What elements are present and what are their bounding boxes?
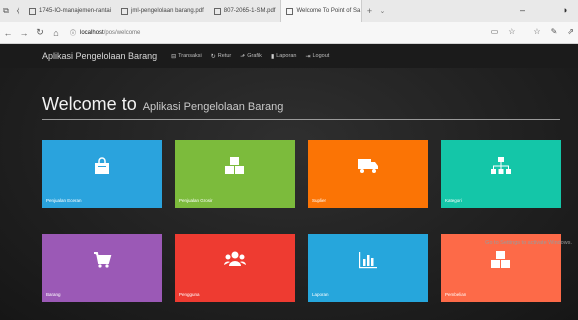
title-divider: [42, 119, 560, 120]
close-window-icon[interactable]: ◑: [562, 5, 567, 15]
refresh-icon: ↻: [210, 53, 216, 60]
browser-tab[interactable]: jml-pengelolaan barang.pdf: [116, 0, 209, 22]
share-icon[interactable]: ⇗: [567, 27, 574, 36]
bar-chart-icon: [308, 250, 428, 275]
users-icon: [175, 250, 295, 273]
tile-barang[interactable]: Barang: [42, 234, 162, 302]
favorites-list-icon[interactable]: ☆: [533, 27, 540, 36]
page-icon: [286, 7, 294, 15]
nav-transaksi[interactable]: ⊟ Transaksi: [171, 53, 202, 60]
file-icon: ▮: [270, 53, 275, 60]
browser-tab[interactable]: 807-2065-1-SM.pdf: [209, 0, 281, 22]
nav-grafik[interactable]: ⬏ Grafik: [240, 53, 262, 60]
back-icon[interactable]: ←: [0, 28, 16, 38]
tab-list-button[interactable]: ⌄: [376, 7, 388, 15]
tile-suplier[interactable]: Suplier: [308, 140, 428, 208]
logout-icon: ⇥: [305, 53, 311, 60]
chart-icon: ⬏: [240, 53, 246, 60]
forward-icon[interactable]: →: [16, 28, 32, 38]
tile-kategori[interactable]: Kategori: [441, 140, 561, 208]
address-bar-row: ← → ↻ ⌂ ⓘ localhost/pos/welcome ▭ ☆ ☆ ✎ …: [0, 22, 578, 44]
cubes-icon: [441, 250, 561, 275]
home-icon[interactable]: ⌂: [48, 28, 64, 38]
favorite-icon[interactable]: ☆: [508, 27, 515, 36]
truck-icon: [308, 156, 428, 179]
document-icon: [29, 7, 36, 15]
tile-laporan[interactable]: Laporan: [308, 234, 428, 302]
tile-penjualan-grosir[interactable]: Penjualan Grosir: [175, 140, 295, 208]
cart-icon: ⊟: [171, 53, 177, 60]
minimize-icon[interactable]: –: [520, 5, 525, 15]
app-brand[interactable]: Aplikasi Pengelolaan Barang: [42, 51, 157, 61]
sitemap-icon: [441, 156, 561, 181]
new-tab-button[interactable]: +: [362, 6, 376, 16]
activation-watermark: Go to Settings to activate Windows.: [485, 240, 572, 246]
tab-actions-icon[interactable]: ⧉: [0, 0, 12, 22]
info-icon: ⓘ: [70, 31, 77, 37]
tab-back-icon[interactable]: ⧼: [12, 0, 24, 22]
pen-icon[interactable]: ✎: [551, 27, 558, 36]
app-navbar: Aplikasi Pengelolaan Barang ⊟ Transaksi …: [0, 44, 578, 68]
page-title: Welcome to Aplikasi Pengelolaan Barang: [42, 94, 284, 114]
nav-retur[interactable]: ↻ Retur: [211, 53, 231, 60]
tile-penjualan-eceran[interactable]: Penjualan Eceran: [42, 140, 162, 208]
tile-pengguna[interactable]: Pengguna: [175, 234, 295, 302]
nav-logout[interactable]: ⇥ Logout: [305, 53, 329, 60]
url-field[interactable]: ⓘ localhost/pos/welcome: [70, 28, 140, 38]
shopping-bag-icon: [42, 156, 162, 181]
refresh-icon[interactable]: ↻: [32, 27, 48, 38]
pdf-icon: [121, 7, 129, 15]
main-content: Welcome to Aplikasi Pengelolaan Barang P…: [0, 68, 578, 320]
pdf-icon: [213, 7, 221, 15]
reading-view-icon[interactable]: ▭: [491, 27, 499, 36]
cart-icon: [42, 250, 162, 275]
browser-tab-active[interactable]: Welcome To Point of Sa ✕: [280, 0, 363, 22]
browser-tab-strip: ⧉ ⧼ 1745-IO-manajemen-rantai jml-pengelo…: [0, 0, 578, 22]
nav-laporan[interactable]: ▮ Laporan: [271, 53, 297, 60]
browser-tab[interactable]: 1745-IO-manajemen-rantai: [24, 0, 116, 22]
cubes-icon: [175, 156, 295, 181]
